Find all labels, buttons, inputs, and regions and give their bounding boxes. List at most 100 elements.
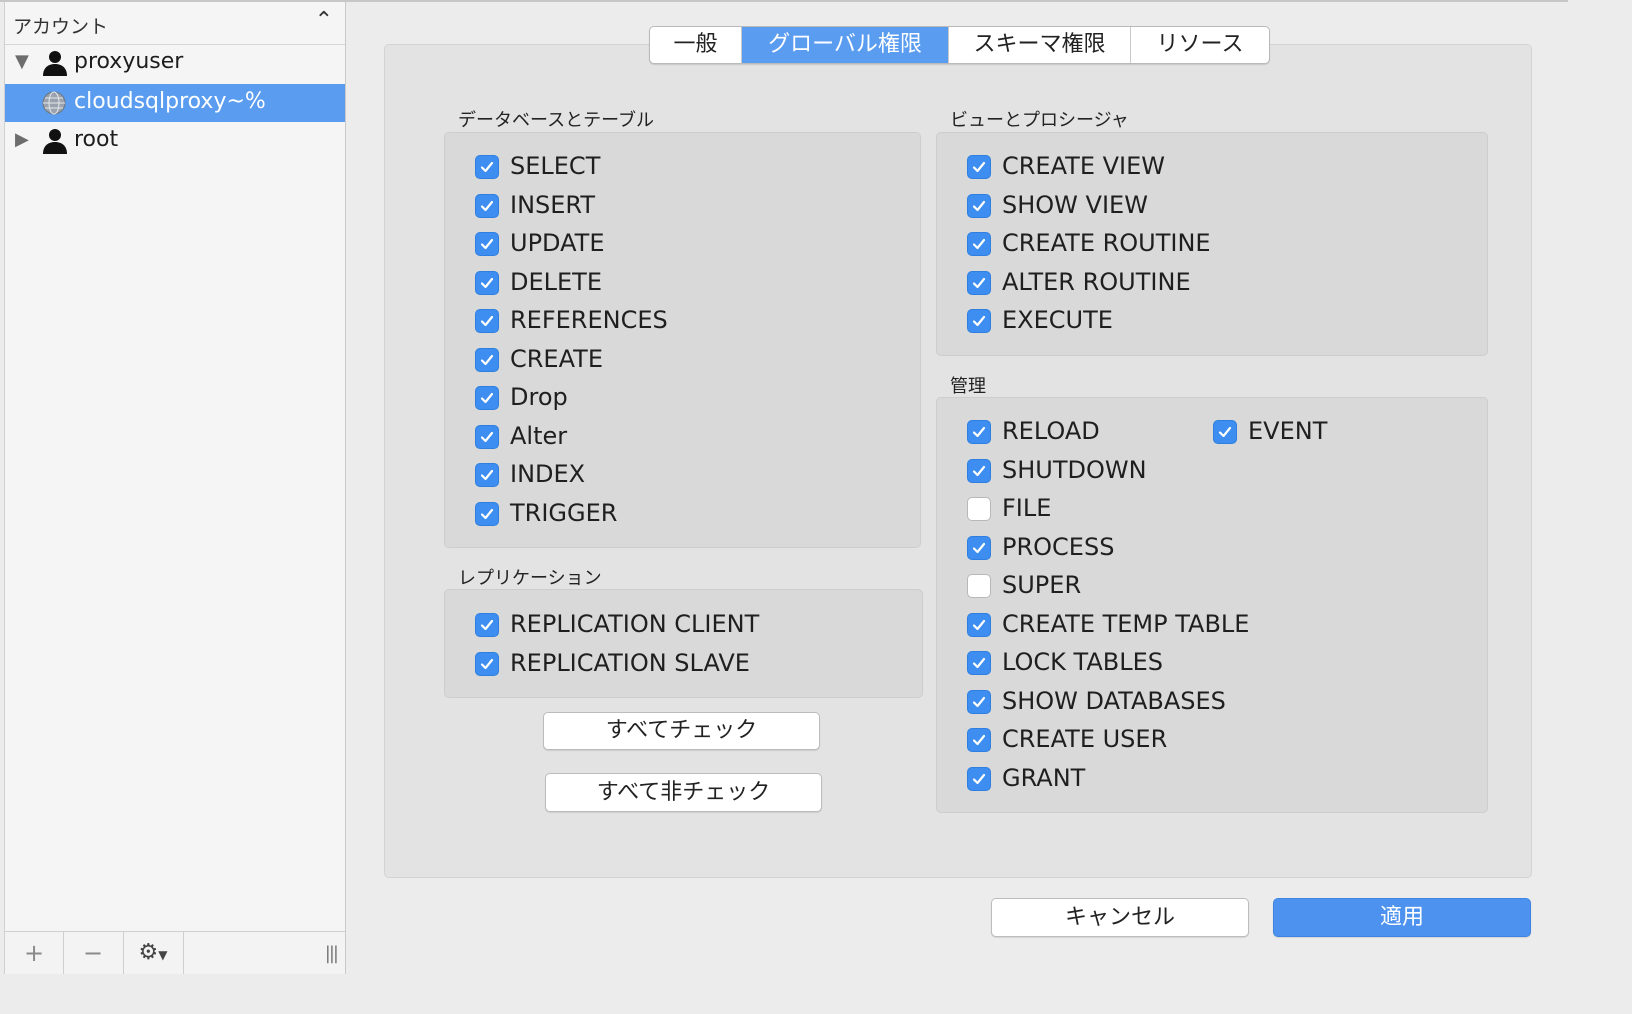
sidebar-footer: + − ⚙▼ ||| bbox=[5, 931, 345, 974]
gear-icon: ⚙ bbox=[138, 940, 159, 965]
checkbox[interactable] bbox=[967, 194, 991, 218]
checkbox-label: EVENT bbox=[1248, 417, 1328, 445]
checkbox[interactable] bbox=[967, 459, 991, 483]
checkbox[interactable] bbox=[967, 613, 991, 637]
checkbox-label: LOCK TABLES bbox=[1002, 648, 1163, 676]
checkmark-icon bbox=[972, 696, 986, 708]
remove-user-button[interactable]: − bbox=[63, 932, 124, 974]
checkbox[interactable] bbox=[967, 497, 991, 521]
tree-item-label: root bbox=[74, 127, 119, 152]
checkmark-icon bbox=[480, 277, 494, 289]
checkbox[interactable] bbox=[475, 463, 499, 487]
checkbox-label: GRANT bbox=[1002, 764, 1086, 792]
dropdown-arrow-icon: ▼ bbox=[158, 948, 168, 962]
checkbox-label: REPLICATION CLIENT bbox=[510, 610, 760, 638]
checkbox[interactable] bbox=[475, 194, 499, 218]
checkbox-label: SUPER bbox=[1002, 571, 1082, 599]
tab-global-privileges[interactable]: グローバル権限 bbox=[742, 27, 949, 63]
tab-resources[interactable]: リソース bbox=[1131, 27, 1269, 63]
checkmark-icon bbox=[480, 161, 494, 173]
checkbox-label: CREATE ROUTINE bbox=[1002, 229, 1211, 257]
tab-general[interactable]: 一般 bbox=[650, 27, 742, 63]
checkbox-label: CREATE VIEW bbox=[1002, 152, 1165, 180]
check-all-button[interactable]: すべてチェック bbox=[543, 712, 820, 750]
checkmark-icon bbox=[972, 542, 986, 554]
checkbox[interactable] bbox=[967, 309, 991, 333]
group-title-admin: 管理 bbox=[950, 376, 986, 397]
checkbox-label: UPDATE bbox=[510, 229, 605, 257]
checkbox[interactable] bbox=[475, 502, 499, 526]
checkbox[interactable] bbox=[475, 386, 499, 410]
cancel-button[interactable]: キャンセル bbox=[991, 898, 1249, 937]
disclosure-collapsed-icon[interactable]: ▶ bbox=[15, 129, 29, 150]
checkbox[interactable] bbox=[475, 348, 499, 372]
accounts-sidebar: アカウント ⌃ ▼ proxyuser cloudsqlproxy~% ▶ ro… bbox=[4, 2, 346, 974]
checkbox[interactable] bbox=[475, 613, 499, 637]
tab-schema-privileges[interactable]: スキーマ権限 bbox=[949, 27, 1131, 63]
checkbox-label: INSERT bbox=[510, 191, 596, 219]
uncheck-all-button[interactable]: すべて非チェック bbox=[545, 773, 822, 812]
checkbox-label: SELECT bbox=[510, 152, 601, 180]
checkbox[interactable] bbox=[475, 271, 499, 295]
gear-menu-button[interactable]: ⚙▼ bbox=[123, 932, 184, 974]
tree-item-cloudsqlproxy[interactable]: cloudsqlproxy~% bbox=[5, 84, 345, 122]
checkbox[interactable] bbox=[967, 690, 991, 714]
collapse-chevron-icon[interactable]: ⌃ bbox=[315, 8, 333, 33]
checkbox[interactable] bbox=[967, 574, 991, 598]
checkbox[interactable] bbox=[475, 309, 499, 333]
checkmark-icon bbox=[972, 200, 986, 212]
checkbox[interactable] bbox=[475, 425, 499, 449]
checkbox-label: Alter bbox=[510, 422, 568, 450]
checkbox-label: SHUTDOWN bbox=[1002, 456, 1147, 484]
checkmark-icon bbox=[972, 426, 986, 438]
checkmark-icon bbox=[480, 619, 494, 631]
checkmark-icon bbox=[480, 431, 494, 443]
tab-bar: 一般 グローバル権限 スキーマ権限 リソース bbox=[649, 26, 1270, 64]
checkbox-label: CREATE USER bbox=[1002, 725, 1168, 753]
group-box-replication bbox=[444, 589, 923, 698]
checkmark-icon bbox=[480, 238, 494, 250]
checkmark-icon bbox=[972, 465, 986, 477]
checkbox-label: CREATE bbox=[510, 345, 603, 373]
checkbox-label: EXECUTE bbox=[1002, 306, 1113, 334]
checkmark-icon bbox=[480, 469, 494, 481]
checkmark-icon bbox=[972, 619, 986, 631]
checkbox[interactable] bbox=[967, 420, 991, 444]
checkbox[interactable] bbox=[967, 728, 991, 752]
checkbox[interactable] bbox=[967, 155, 991, 179]
checkbox-label: PROCESS bbox=[1002, 533, 1115, 561]
checkbox[interactable] bbox=[475, 155, 499, 179]
checkbox[interactable] bbox=[967, 767, 991, 791]
checkbox[interactable] bbox=[967, 536, 991, 560]
tree-item-proxyuser[interactable]: ▼ proxyuser bbox=[5, 44, 345, 82]
checkbox-label: CREATE TEMP TABLE bbox=[1002, 610, 1250, 638]
add-user-button[interactable]: + bbox=[5, 932, 64, 974]
user-icon bbox=[41, 127, 69, 159]
checkmark-icon bbox=[972, 773, 986, 785]
checkbox-label: REFERENCES bbox=[510, 306, 668, 334]
checkbox[interactable] bbox=[967, 271, 991, 295]
checkbox-label: TRIGGER bbox=[510, 499, 618, 527]
group-title-db-tables: データベースとテーブル bbox=[458, 110, 655, 131]
checkbox-label: Drop bbox=[510, 383, 568, 411]
checkbox[interactable] bbox=[475, 232, 499, 256]
checkbox[interactable] bbox=[967, 232, 991, 256]
checkbox[interactable] bbox=[967, 651, 991, 675]
resize-grip-icon[interactable]: ||| bbox=[325, 943, 339, 964]
checkmark-icon bbox=[972, 734, 986, 746]
checkmark-icon bbox=[480, 354, 494, 366]
checkmark-icon bbox=[480, 200, 494, 212]
checkbox[interactable] bbox=[1213, 420, 1237, 444]
apply-button[interactable]: 適用 bbox=[1273, 898, 1531, 937]
checkmark-icon bbox=[480, 658, 494, 670]
user-icon bbox=[41, 49, 69, 81]
checkbox-label: DELETE bbox=[510, 268, 603, 296]
sidebar-header: アカウント ⌃ bbox=[5, 2, 345, 45]
checkbox-label: ALTER ROUTINE bbox=[1002, 268, 1191, 296]
checkbox-label: SHOW VIEW bbox=[1002, 191, 1148, 219]
group-title-replication: レプリケーション bbox=[458, 568, 602, 589]
checkbox-label: RELOAD bbox=[1002, 417, 1100, 445]
disclosure-expanded-icon[interactable]: ▼ bbox=[15, 51, 29, 72]
checkbox[interactable] bbox=[475, 652, 499, 676]
tree-item-root[interactable]: ▶ root bbox=[5, 122, 345, 160]
